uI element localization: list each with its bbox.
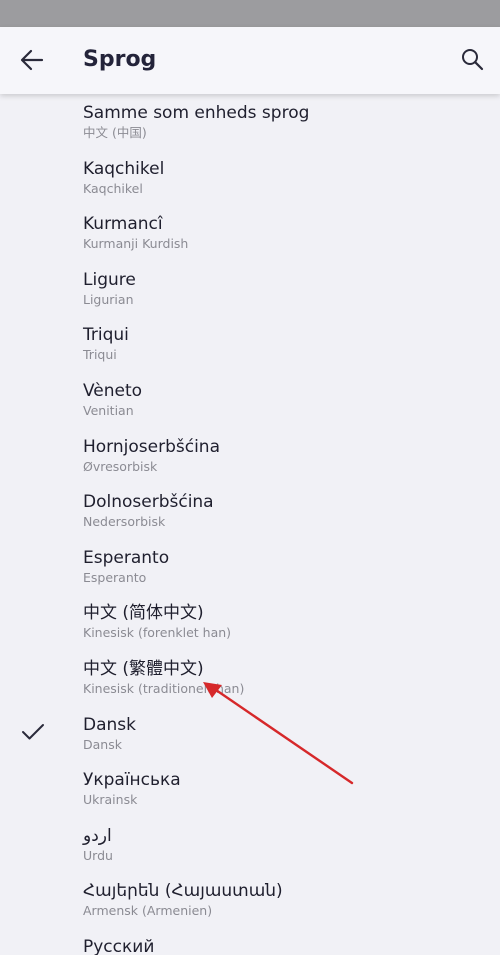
language-name: Samme som enheds sprog bbox=[83, 103, 310, 123]
language-item[interactable]: Kaqchikel Kaqchikel bbox=[0, 150, 500, 206]
language-subtitle: Kinesisk (traditionelt han) bbox=[83, 680, 245, 696]
language-item[interactable]: Українська Ukrainsk bbox=[0, 761, 500, 817]
language-item[interactable]: Dolnoserbšćina Nedersorbisk bbox=[0, 483, 500, 539]
language-item[interactable]: 中文 (简体中文) Kinesisk (forenklet han) bbox=[0, 594, 500, 650]
language-item[interactable]: Ligure Ligurian bbox=[0, 261, 500, 317]
language-name: 中文 (繁體中文) bbox=[83, 658, 204, 679]
language-subtitle: Øvresorbisk bbox=[83, 458, 158, 474]
language-name: Ligure bbox=[83, 269, 136, 290]
language-subtitle: Armensk (Armenien) bbox=[83, 903, 213, 919]
language-name: Kaqchikel bbox=[83, 158, 165, 179]
language-subtitle: Nedersorbisk bbox=[83, 514, 166, 530]
language-subtitle: Dansk bbox=[83, 736, 122, 752]
language-list: Samme som enheds sprog 中文 (中国) Kaqchikel… bbox=[0, 94, 500, 955]
language-name: Esperanto bbox=[83, 547, 170, 568]
language-item[interactable]: Vèneto Venitian bbox=[0, 372, 500, 428]
language-name: Triqui bbox=[83, 325, 129, 346]
language-subtitle: 中文 (中国) bbox=[83, 125, 147, 140]
language-name: Hornjoserbšćina bbox=[83, 436, 220, 457]
language-item[interactable]: Samme som enheds sprog 中文 (中国) bbox=[0, 94, 500, 150]
app-bar: Sprog bbox=[0, 27, 500, 94]
language-subtitle: Ligurian bbox=[83, 291, 134, 307]
language-name: Kurmancî bbox=[83, 214, 163, 235]
language-item[interactable]: Kurmancî Kurmanji Kurdish bbox=[0, 205, 500, 261]
language-subtitle: Kurmanji Kurdish bbox=[83, 236, 189, 252]
language-name: Հայերեն (Հայաստան) bbox=[83, 881, 283, 902]
language-subtitle: Ukrainsk bbox=[83, 792, 138, 808]
language-name: Русский bbox=[83, 936, 155, 955]
language-item[interactable]: Հայերեն (Հայաստան) Armensk (Armenien) bbox=[0, 872, 500, 928]
language-item[interactable]: اردو Urdu bbox=[0, 817, 500, 873]
language-name: اردو bbox=[83, 825, 112, 846]
checkmark-icon bbox=[22, 723, 44, 740]
language-subtitle: Esperanto bbox=[83, 569, 147, 585]
page-title: Sprog bbox=[83, 47, 157, 72]
language-item[interactable]: Triqui Triqui bbox=[0, 316, 500, 372]
language-subtitle: Urdu bbox=[83, 847, 113, 863]
language-name: Dansk bbox=[83, 714, 136, 735]
language-subtitle: Kinesisk (forenklet han) bbox=[83, 625, 232, 641]
language-item-selected[interactable]: Dansk Dansk bbox=[0, 706, 500, 762]
arrow-left-icon[interactable] bbox=[19, 47, 45, 73]
language-item[interactable]: Esperanto Esperanto bbox=[0, 539, 500, 595]
language-name: Vèneto bbox=[83, 380, 143, 401]
language-subtitle: Venitian bbox=[83, 402, 134, 418]
language-item[interactable]: Русский bbox=[0, 928, 500, 955]
status-bar bbox=[0, 0, 500, 27]
search-icon[interactable] bbox=[460, 47, 484, 71]
language-subtitle: Kaqchikel bbox=[83, 180, 143, 196]
language-item[interactable]: Hornjoserbšćina Øvresorbisk bbox=[0, 428, 500, 484]
language-item[interactable]: 中文 (繁體中文) Kinesisk (traditionelt han) bbox=[0, 650, 500, 706]
language-name: Українська bbox=[83, 770, 181, 791]
language-name: Dolnoserbšćina bbox=[83, 492, 214, 513]
language-subtitle: Triqui bbox=[83, 347, 117, 363]
language-name: 中文 (简体中文) bbox=[83, 603, 204, 624]
